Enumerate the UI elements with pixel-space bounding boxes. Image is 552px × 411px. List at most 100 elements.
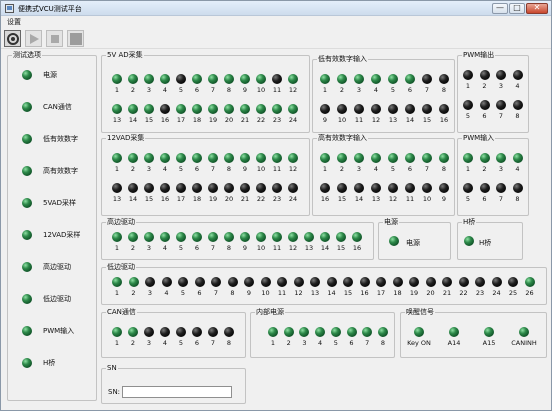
h-bridge-label: H桥: [479, 239, 492, 247]
status-led-icon: [354, 183, 364, 193]
sidebar-item[interactable]: 电源: [8, 68, 98, 82]
window-title: 便携式VCU测试平台: [18, 5, 82, 13]
status-led-icon: [176, 104, 186, 114]
sidebar-item[interactable]: CAN通信: [8, 100, 98, 114]
group-wake-signal: 唤醒信号 Key ON A14 A15 CANINH: [400, 308, 547, 358]
status-led-icon: [224, 183, 234, 193]
status-led-icon: [463, 183, 473, 193]
sidebar-item-label: 5VAD采样: [43, 199, 76, 207]
maximize-button[interactable]: □: [509, 3, 525, 14]
status-led-icon: [326, 277, 337, 287]
status-led-icon: [343, 277, 353, 287]
status-led-icon: [405, 153, 415, 163]
pause-icon: [70, 33, 82, 45]
status-led-icon: [22, 230, 32, 240]
status-led-icon: [425, 277, 436, 287]
status-led-icon: [240, 183, 250, 193]
led-label: A15: [482, 339, 496, 347]
status-led-icon: [240, 232, 250, 242]
status-led-icon: [208, 232, 218, 242]
group-can-comm: CAN通信 12345678: [101, 308, 246, 358]
status-led-icon: [192, 153, 202, 163]
led-label: 26: [525, 289, 534, 297]
status-led-icon: [208, 153, 218, 163]
status-led-icon: [337, 74, 347, 84]
status-led-icon: [512, 70, 523, 80]
status-led-icon: [405, 74, 415, 84]
status-led-icon: [160, 327, 170, 337]
status-led-icon: [194, 277, 205, 287]
toolbar-stop-button[interactable]: [46, 30, 63, 47]
status-led-icon: [128, 74, 138, 84]
toolbar: [1, 27, 551, 49]
sn-input[interactable]: [122, 386, 232, 398]
sidebar-item[interactable]: PWM输入: [8, 324, 98, 338]
status-led-icon: [359, 277, 370, 287]
sidebar-item[interactable]: 低边驱动: [8, 292, 98, 306]
status-led-icon: [463, 70, 473, 80]
status-led-icon: [496, 153, 506, 163]
minimize-button[interactable]: —: [492, 3, 508, 14]
close-button[interactable]: ✕: [526, 3, 548, 14]
led-label: 8: [515, 195, 520, 203]
toolbar-run-button[interactable]: [25, 30, 42, 47]
status-led-icon: [371, 153, 381, 163]
status-led-icon: [144, 153, 154, 163]
group-title: 高边驱动: [106, 218, 136, 226]
sidebar-item[interactable]: 低有效数字: [8, 132, 98, 146]
group-title: 低有效数字输入: [317, 55, 368, 63]
sn-label: SN:: [108, 388, 121, 396]
led-label: 9: [441, 195, 447, 203]
led-label: A14: [447, 339, 461, 347]
status-led-icon: [337, 153, 347, 163]
toolbar-settings-button[interactable]: [4, 30, 21, 47]
led-label: 16: [352, 244, 362, 252]
status-led-icon: [144, 232, 154, 242]
status-led-icon: [192, 327, 202, 337]
status-led-icon: [512, 100, 523, 110]
status-led-icon: [256, 232, 266, 242]
group-low-side-drive: 低边驱动 1 2 3 4 5 6 7 8 9 10 11 12 13 14 15 16 17 18 19 20 21 22…: [101, 263, 547, 305]
toolbar-pause-button[interactable]: [67, 30, 84, 47]
status-led-icon: [112, 232, 122, 242]
status-led-icon: [414, 327, 424, 337]
led-label: 8: [441, 165, 447, 173]
status-led-icon: [388, 183, 398, 193]
group-power: 电源 电源: [378, 218, 451, 260]
sidebar-item[interactable]: H桥: [8, 356, 98, 370]
status-led-icon: [240, 74, 250, 84]
sidebar-item[interactable]: 12VAD采样: [8, 228, 98, 242]
status-led-icon: [112, 277, 122, 287]
status-led-icon: [524, 277, 535, 287]
menu-settings[interactable]: 设置: [7, 17, 21, 27]
status-led-icon: [112, 153, 122, 163]
status-led-icon: [240, 104, 250, 114]
led-label: 12: [288, 165, 298, 173]
group-title: 12VAD采集: [106, 134, 146, 142]
status-led-icon: [320, 104, 330, 114]
sidebar-item[interactable]: 高有效数字: [8, 164, 98, 178]
status-led-icon: [256, 153, 266, 163]
status-led-icon: [256, 74, 266, 84]
status-led-icon: [112, 104, 122, 114]
status-led-icon: [463, 100, 473, 110]
status-led-icon: [144, 327, 154, 337]
status-led-icon: [283, 327, 294, 337]
status-led-icon: [128, 183, 138, 193]
status-led-icon: [458, 277, 469, 287]
status-led-icon: [405, 104, 415, 114]
sidebar-item[interactable]: 5VAD采样: [8, 196, 98, 210]
sidebar-item[interactable]: 高边驱动: [8, 260, 98, 274]
sidebar-item-label: 电源: [43, 71, 57, 79]
status-led-icon: [354, 104, 364, 114]
status-led-icon: [208, 327, 218, 337]
sidebar-item-label: H桥: [43, 359, 56, 367]
status-led-icon: [336, 232, 346, 242]
status-led-icon: [484, 327, 494, 337]
status-led-icon: [288, 153, 298, 163]
status-led-icon: [337, 104, 347, 114]
status-led-icon: [376, 277, 386, 287]
status-led-icon: [320, 183, 330, 193]
led-label: 8: [441, 86, 447, 94]
group-5v-ad: 5V AD采集 1 2 3 4 5 6 7 8 9 10 11 12 13 14 15 16 17 18 19 20 2…: [101, 51, 310, 133]
